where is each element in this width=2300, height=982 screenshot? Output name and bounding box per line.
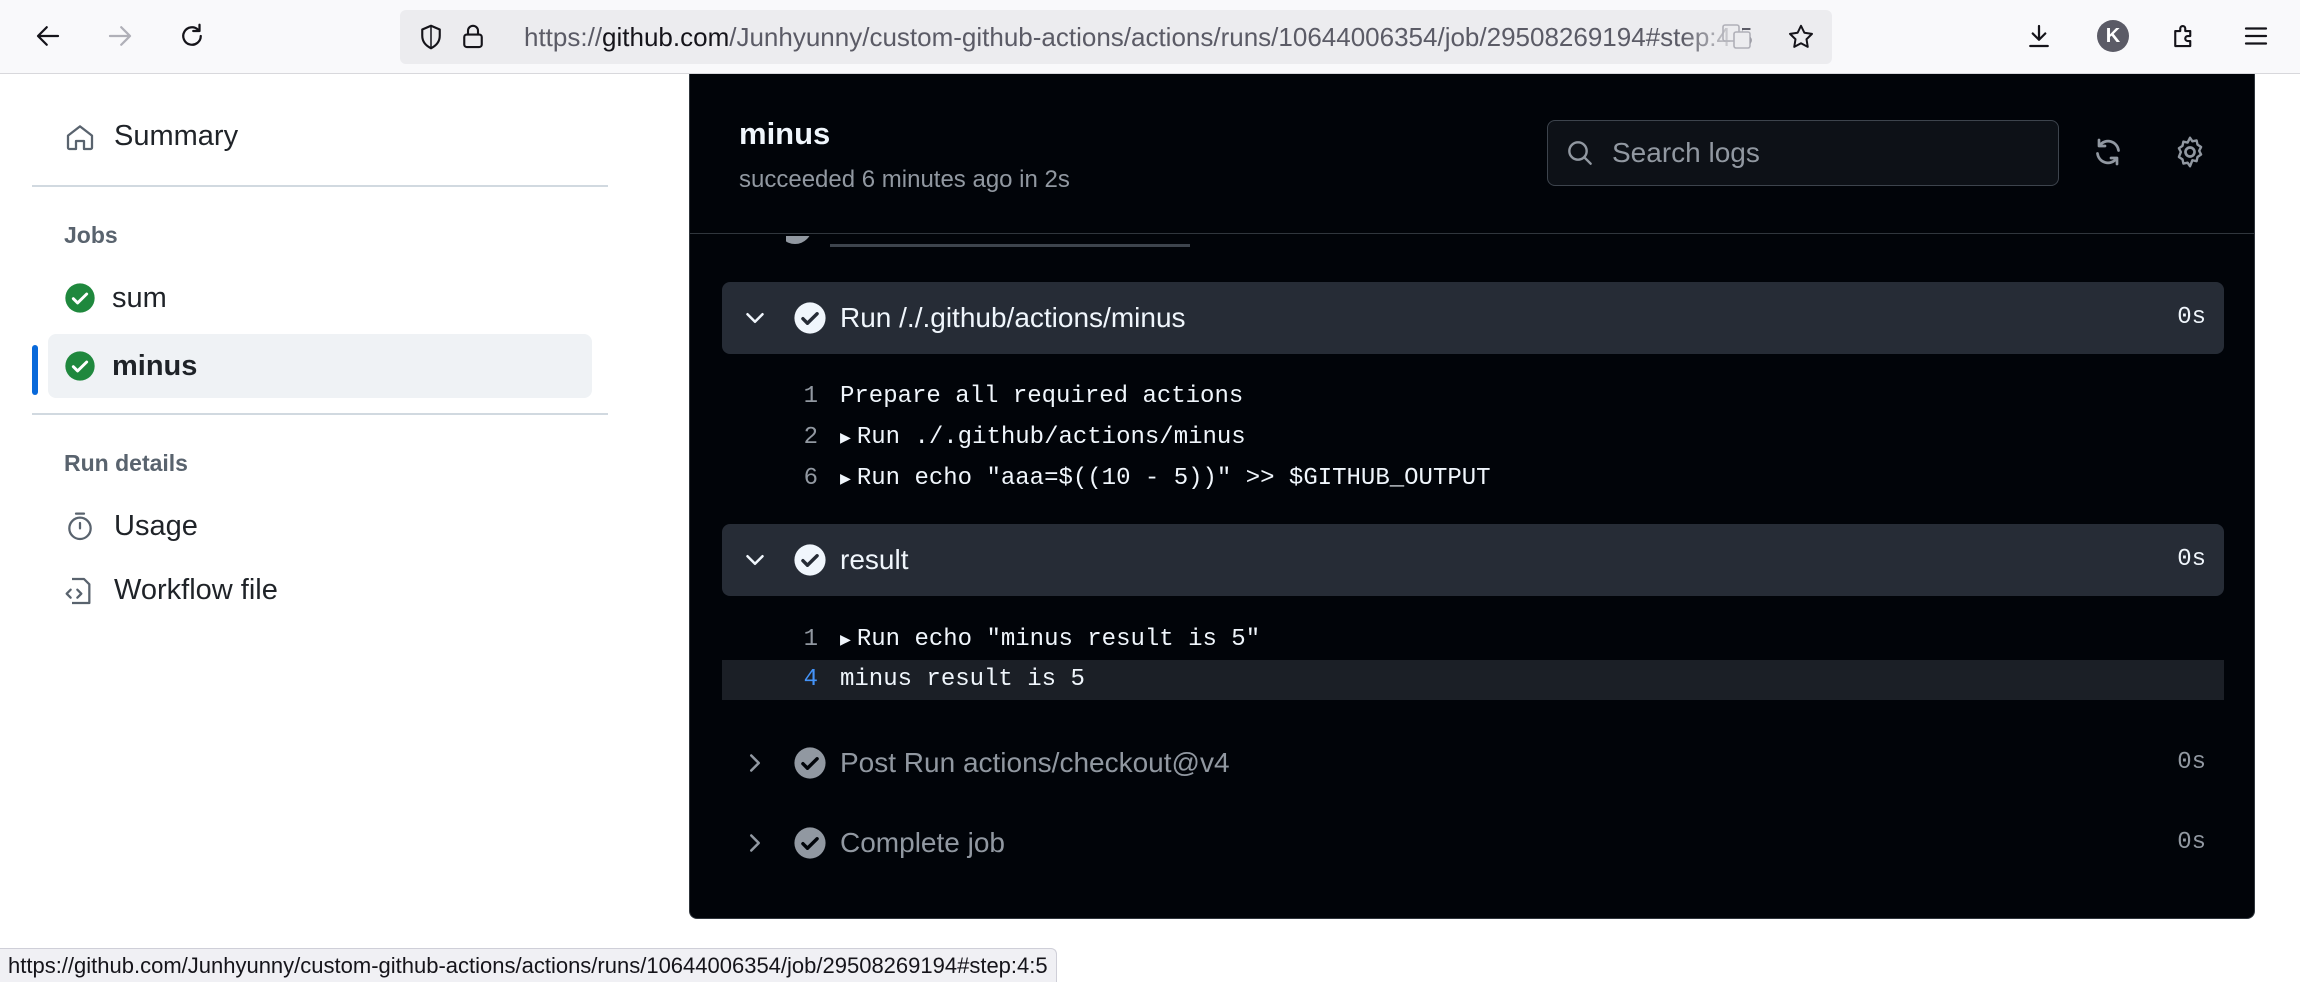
step-success-icon — [794, 544, 826, 576]
line-number[interactable]: 1 — [722, 377, 818, 417]
run-details-heading: Run details — [64, 450, 188, 476]
job-item-minus[interactable]: minus — [48, 334, 592, 398]
chevron-down-icon — [746, 555, 764, 565]
expand-triangle-icon[interactable]: ▶ — [840, 631, 851, 651]
step-duration: 0s — [2177, 304, 2206, 331]
job-item-sum[interactable]: sum — [48, 266, 592, 330]
expand-triangle-icon[interactable]: ▶ — [840, 429, 851, 449]
usage-label: Usage — [114, 510, 198, 542]
translate-icon[interactable] — [1722, 24, 1752, 50]
workflow-file-label: Workflow file — [114, 574, 278, 606]
link-status-bar: https://github.com/Junhyunny/custom-gith… — [0, 948, 1057, 982]
downloads-button[interactable] — [2017, 14, 2061, 58]
puzzle-icon — [2174, 24, 2192, 48]
url-path: /Junhyunny/custom-github-actions/actions… — [729, 22, 1753, 52]
line-number[interactable]: 2 — [722, 418, 818, 458]
home-icon — [66, 124, 94, 150]
job-status: succeeded 6 minutes ago in 2s — [739, 166, 1070, 193]
url-text[interactable]: https://github.com/Junhyunny/custom-gith… — [524, 10, 2114, 64]
hamburger-menu-icon — [2244, 27, 2268, 45]
step-name: Complete job — [840, 827, 1005, 858]
menu-button[interactable] — [2234, 14, 2278, 58]
chevron-down-icon — [746, 313, 764, 323]
previous-step-partial — [786, 236, 1386, 250]
log-line-group[interactable]: 6 ▶ Run echo "aaa=$((10 - 5))" >> $GITHUB… — [722, 459, 2224, 499]
job-name: minus — [112, 349, 198, 382]
line-number[interactable]: 6 — [722, 459, 818, 499]
job-name: sum — [112, 281, 167, 314]
step-success-icon — [794, 747, 826, 779]
bookmark-star-icon[interactable] — [1786, 22, 1816, 52]
summary-link[interactable]: Summary — [64, 120, 238, 153]
usage-link[interactable]: Usage — [64, 510, 198, 543]
download-icon — [2029, 24, 2049, 48]
search-logs-input[interactable] — [1612, 121, 2042, 185]
log-line-group[interactable]: 1 ▶ Run echo "minus result is 5" — [722, 620, 2224, 660]
step-success-icon — [794, 302, 826, 334]
summary-label: Summary — [114, 120, 239, 152]
jobs-heading: Jobs — [64, 222, 118, 248]
step-name: result — [840, 544, 909, 575]
line-text: Run echo "aaa=$((10 - 5))" >> $GITHUB_OU… — [856, 465, 1491, 492]
step-post-run-checkout[interactable]: Post Run actions/checkout@v4 0s — [722, 727, 2224, 799]
url-host: github.com — [602, 22, 730, 52]
line-text: Run echo "minus result is 5" — [856, 626, 1261, 653]
step-duration: 0s — [2177, 749, 2206, 776]
success-check-icon — [65, 351, 95, 381]
job-log-panel: minus succeeded 6 minutes ago in 2s Run … — [689, 74, 2255, 919]
step-result[interactable]: result 0s — [722, 524, 2224, 596]
search-icon — [1568, 141, 1592, 165]
refresh-icon[interactable] — [2090, 134, 2126, 170]
chevron-right-icon — [750, 754, 760, 772]
step-success-icon — [794, 827, 826, 859]
arrow-left-icon — [36, 26, 60, 46]
extensions-button[interactable] — [2162, 14, 2206, 58]
line-number[interactable]: 4 — [722, 660, 818, 700]
gear-icon[interactable] — [2172, 134, 2208, 170]
sidebar-divider — [32, 185, 608, 187]
run-sidebar: Summary Jobs sum minus Run details Usage… — [0, 74, 688, 982]
back-button[interactable] — [26, 14, 70, 58]
line-text: Run ./.github/actions/minus — [856, 424, 1246, 451]
forward-button[interactable] — [98, 14, 142, 58]
step-name: Post Run actions/checkout@v4 — [840, 747, 1230, 778]
step-name: Run /./.github/actions/minus — [840, 302, 1186, 333]
url-prefix: https:// — [524, 22, 603, 52]
sidebar-divider — [32, 413, 608, 415]
success-check-icon — [65, 283, 95, 313]
file-code-icon — [65, 577, 91, 604]
lock-icon[interactable] — [458, 22, 488, 52]
step-duration: 0s — [2177, 829, 2206, 856]
active-job-indicator — [32, 345, 38, 395]
reload-icon — [182, 23, 202, 46]
line-text: minus result is 5 — [840, 666, 1085, 693]
line-text: Prepare all required actions — [840, 383, 1244, 410]
step-duration: 0s — [2177, 546, 2206, 573]
chevron-right-icon — [750, 834, 760, 852]
reload-button[interactable] — [170, 14, 214, 58]
line-number[interactable]: 1 — [722, 620, 818, 660]
step-complete-job[interactable]: Complete job 0s — [722, 807, 2224, 879]
job-title: minus — [739, 116, 831, 151]
job-header: minus succeeded 6 minutes ago in 2s — [690, 74, 2254, 234]
account-avatar[interactable]: K — [2097, 20, 2129, 52]
address-bar[interactable]: https://github.com/Junhyunny/custom-gith… — [400, 10, 1832, 64]
step-run-minus-action[interactable]: Run /./.github/actions/minus 0s — [722, 282, 2224, 354]
stopwatch-icon — [68, 512, 92, 540]
arrow-right-icon — [108, 26, 132, 46]
log-line[interactable]: 1 Prepare all required actions — [722, 377, 2224, 417]
browser-toolbar: https://github.com/Junhyunny/custom-gith… — [0, 0, 2300, 74]
search-logs[interactable] — [1547, 120, 2059, 186]
shield-icon[interactable] — [416, 22, 446, 52]
log-line-highlighted[interactable]: 4 minus result is 5 — [722, 660, 2224, 700]
expand-triangle-icon[interactable]: ▶ — [840, 470, 851, 490]
workflow-file-link[interactable]: Workflow file — [64, 574, 278, 607]
log-line-group[interactable]: 2 ▶ Run ./.github/actions/minus — [722, 418, 2224, 458]
